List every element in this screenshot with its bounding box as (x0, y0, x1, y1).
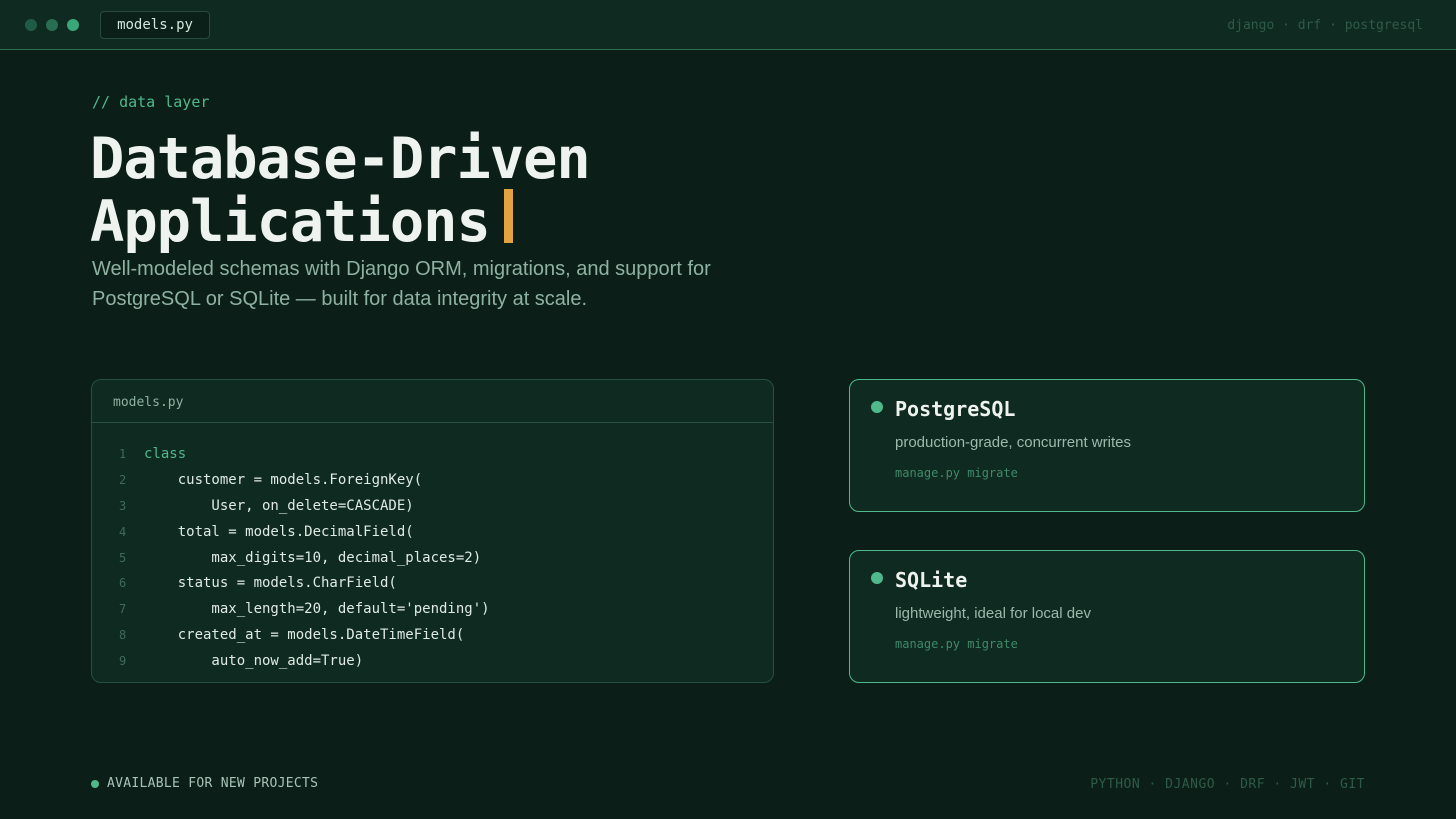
code-body: 1 class 2 customer = models.ForeignKey( 3… (92, 423, 773, 674)
code-text: status = models.CharField( (144, 575, 397, 592)
line-number: 7 (119, 602, 127, 617)
database-status-dot (871, 401, 883, 413)
code-text: User, on_delete=CASCADE) (144, 497, 414, 514)
code-line: 6 status = models.CharField( (92, 570, 773, 596)
code-line: 2 customer = models.ForeignKey( (92, 467, 773, 493)
availability-status: AVAILABLE FOR NEW PROJECTS (91, 776, 318, 791)
database-command: manage.py migrate (895, 637, 1018, 651)
status-dot (91, 779, 99, 788)
code-text: total = models.DecimalField( (144, 523, 414, 540)
database-status-dot (871, 572, 883, 584)
stack-meta: django · drf · postgresql (1227, 18, 1423, 33)
code-text: class (144, 445, 187, 462)
code-line: 8 created_at = models.DateTimeField( (92, 622, 773, 648)
code-line: 4 total = models.DecimalField( (92, 519, 773, 545)
page-subtitle: Well-modeled schemas with Django ORM, mi… (92, 258, 711, 310)
code-line: 5 max_digits=10, decimal_places=2) (92, 545, 773, 571)
code-line: 7 max_length=20, default='pending') (92, 596, 773, 622)
window-titlebar: models.py django · drf · postgresql (0, 0, 1456, 50)
section-eyebrow: // data layer (92, 93, 210, 111)
line-number: 6 (119, 576, 127, 591)
title-line-2-wrap: Applications (90, 189, 590, 255)
code-text: customer = models.ForeignKey( (144, 471, 423, 488)
database-command: manage.py migrate (895, 466, 1018, 480)
window-dot-1[interactable] (25, 19, 37, 31)
text-cursor (503, 189, 513, 243)
availability-text: AVAILABLE FOR NEW PROJECTS (107, 776, 319, 791)
title-line-2: Applications (90, 189, 491, 255)
database-card-postgresql[interactable]: PostgreSQL production-grade, concurrent … (849, 379, 1365, 512)
code-line: 9 auto_now_add=True) (92, 648, 773, 674)
line-number: 5 (119, 550, 127, 565)
database-name: PostgreSQL (895, 397, 1016, 421)
code-text: auto_now_add=True) (144, 653, 364, 670)
code-line: 1 class (92, 441, 773, 467)
code-text: max_length=20, default='pending') (144, 601, 490, 618)
line-number: 4 (119, 524, 127, 539)
line-number: 1 (119, 446, 127, 461)
code-line: 3 User, on_delete=CASCADE) (92, 493, 773, 519)
code-card-filename: models.py (92, 380, 773, 423)
title-line-1: Database-Driven (90, 126, 591, 192)
window-dot-2[interactable] (46, 19, 58, 31)
window-dot-3[interactable] (67, 19, 79, 31)
code-editor-card: models.py 1 class 2 customer = models.For… (91, 379, 774, 683)
database-card-sqlite[interactable]: SQLite lightweight, ideal for local dev … (849, 550, 1365, 683)
tech-stack-list: PYTHON · DJANGO · DRF · JWT · GIT (1090, 777, 1365, 792)
file-tab[interactable]: models.py (100, 11, 210, 39)
code-text: max_digits=10, decimal_places=2) (144, 549, 482, 566)
database-description: lightweight, ideal for local dev (895, 605, 1091, 622)
line-number: 2 (119, 472, 127, 487)
line-number: 8 (119, 628, 127, 643)
line-number: 3 (119, 498, 127, 513)
line-number: 9 (119, 654, 127, 669)
code-text: created_at = models.DateTimeField( (144, 627, 465, 644)
window-controls (25, 19, 79, 31)
database-description: production-grade, concurrent writes (895, 434, 1131, 451)
page-title: Database-Driven Applications (90, 126, 591, 255)
database-name: SQLite (895, 568, 968, 592)
